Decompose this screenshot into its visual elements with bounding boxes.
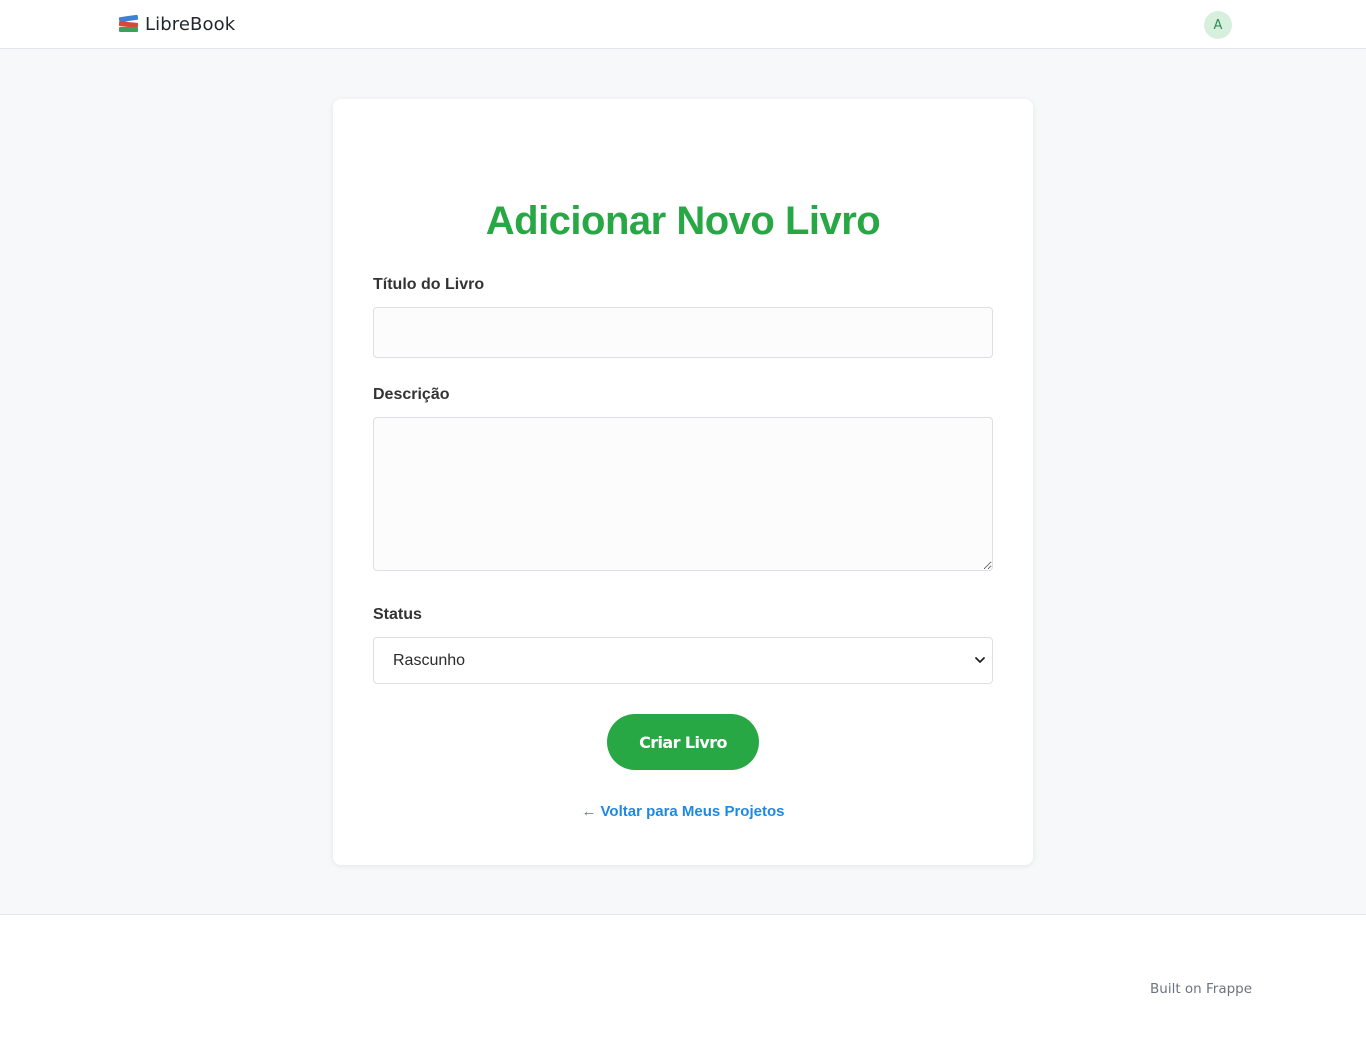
- new-book-form-card: Adicionar Novo Livro Título do Livro Des…: [333, 99, 1033, 865]
- back-link-label: Voltar para Meus Projetos: [600, 803, 785, 820]
- brand-link[interactable]: LibreBook: [118, 12, 235, 36]
- create-book-button[interactable]: Criar Livro: [607, 714, 759, 770]
- description-label: Descrição: [373, 386, 450, 403]
- page-title: Adicionar Novo Livro: [485, 199, 881, 243]
- built-on-frappe-link[interactable]: Built on Frappe: [1150, 981, 1252, 997]
- status-select[interactable]: Rascunho: [373, 637, 993, 684]
- page-footer: Built on Frappe: [0, 916, 1366, 1055]
- main-content: Adicionar Novo Livro Título do Livro Des…: [0, 49, 1366, 915]
- status-label: Status: [373, 606, 422, 623]
- book-title-label: Título do Livro: [373, 276, 485, 293]
- top-navbar: LibreBook A: [0, 0, 1366, 49]
- status-selected-value: Rascunho: [393, 651, 466, 669]
- description-textarea[interactable]: [373, 417, 993, 571]
- brand-name: LibreBook: [145, 13, 236, 35]
- books-icon: [118, 14, 139, 33]
- book-title-input[interactable]: [373, 307, 993, 358]
- chevron-down-icon: [975, 657, 985, 663]
- back-to-projects-link[interactable]: ← Voltar para Meus Projetos: [333, 803, 1033, 820]
- left-arrow-icon: ←: [581, 803, 597, 820]
- user-avatar[interactable]: A: [1204, 11, 1232, 39]
